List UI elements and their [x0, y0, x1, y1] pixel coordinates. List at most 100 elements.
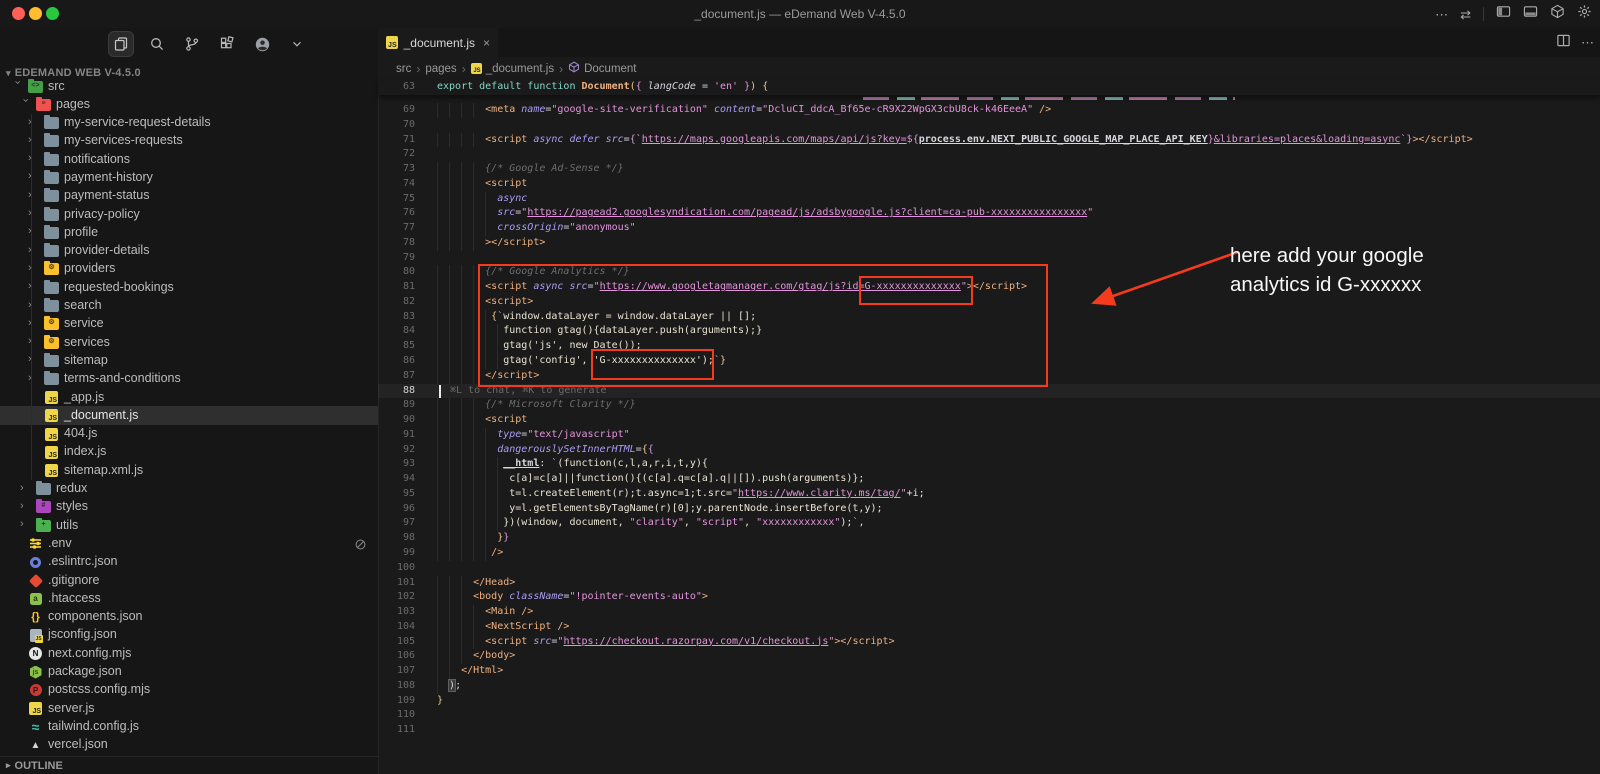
- chevron-down-icon[interactable]: [285, 32, 309, 56]
- search-icon[interactable]: [145, 32, 169, 56]
- code-line-107[interactable]: 107</Html>: [378, 664, 1600, 679]
- breadcrumb-item-_document.js[interactable]: JS_document.js: [471, 63, 554, 75]
- code-line-100[interactable]: 100: [378, 561, 1600, 576]
- tree-item-payment-status[interactable]: ›payment-status: [0, 187, 378, 205]
- split-editor-icon[interactable]: [1556, 33, 1571, 53]
- code-line-102[interactable]: 102<body className="!pointer-events-auto…: [378, 590, 1600, 605]
- code-line-93[interactable]: 93__html: `(function(c,l,a,r,i,t,y){: [378, 457, 1600, 472]
- tree-item-styles[interactable]: ›#styles: [0, 498, 378, 516]
- code-line-77[interactable]: 77crossOrigin="anonymous": [378, 221, 1600, 236]
- code-line-91[interactable]: 91type="text/javascript": [378, 428, 1600, 443]
- code-line-88[interactable]: 88⌘L to chat, ⌘K to generate: [378, 384, 1600, 399]
- tree-item-_document.js[interactable]: JS_document.js: [0, 406, 378, 424]
- code-line-110[interactable]: 110: [378, 708, 1600, 723]
- code-line-103[interactable]: 103<Main />: [378, 605, 1600, 620]
- code-line-98[interactable]: 98}}: [378, 531, 1600, 546]
- code-line-75[interactable]: 75async: [378, 192, 1600, 207]
- tree-item-index.js[interactable]: JSindex.js: [0, 443, 378, 461]
- sync-arrows-icon[interactable]: ⇄: [1460, 8, 1471, 21]
- code-line-99[interactable]: 99/>: [378, 546, 1600, 561]
- outline-section-header[interactable]: ▸ OUTLINE: [0, 756, 378, 774]
- tree-item-requested-bookings[interactable]: ›requested-bookings: [0, 278, 378, 296]
- tree-item-profile[interactable]: ›profile: [0, 223, 378, 241]
- tree-item-provider-details[interactable]: ›provider-details: [0, 242, 378, 260]
- code-line-105[interactable]: 105<script src="https://checkout.razorpa…: [378, 635, 1600, 650]
- code-line-101[interactable]: 101</Head>: [378, 576, 1600, 591]
- tree-item-package.json[interactable]: jspackage.json: [0, 663, 378, 681]
- layout-panel-icon[interactable]: [1523, 4, 1538, 24]
- tree-item-postcss.config.mjs[interactable]: Ppostcss.config.mjs: [0, 681, 378, 699]
- code-line-95[interactable]: 95t=l.createElement(r);t.async=1;t.src="…: [378, 487, 1600, 502]
- files-icon[interactable]: [108, 31, 134, 57]
- tree-item-jsconfig.json[interactable]: JSjsconfig.json: [0, 626, 378, 644]
- code-line-74[interactable]: 74<script: [378, 177, 1600, 192]
- code-line-89[interactable]: 89{/* Microsoft Clarity */}: [378, 398, 1600, 413]
- code-line-72[interactable]: 72: [378, 147, 1600, 162]
- tree-item-next.config.mjs[interactable]: Nnext.config.mjs: [0, 644, 378, 662]
- folder-icon: [44, 134, 59, 148]
- tree-item-tailwind.config.js[interactable]: ≈tailwind.config.js: [0, 717, 378, 735]
- account-icon[interactable]: [250, 32, 274, 56]
- more-icon[interactable]: ⋯: [1581, 35, 1594, 51]
- code-line-83[interactable]: 83{`window.dataLayer = window.dataLayer …: [378, 310, 1600, 325]
- tree-item-redux[interactable]: ›redux: [0, 480, 378, 498]
- code-line-97[interactable]: 97})(window, document, "clarity", "scrip…: [378, 516, 1600, 531]
- code-line-104[interactable]: 104<NextScript />: [378, 620, 1600, 635]
- code-line-106[interactable]: 106</body>: [378, 649, 1600, 664]
- code-line-108[interactable]: 108);: [378, 679, 1600, 694]
- breadcrumb-item-Document[interactable]: Document: [568, 61, 636, 76]
- tree-item-pages[interactable]: ›≡pages: [0, 95, 378, 113]
- sticky-scroll-line[interactable]: 63export default function Document({ lan…: [378, 80, 1600, 95]
- tree-item-privacy-policy[interactable]: ›privacy-policy: [0, 205, 378, 223]
- layout-sidebar-icon[interactable]: [1496, 4, 1511, 24]
- code-line-73[interactable]: 73{/* Google Ad-Sense */}: [378, 162, 1600, 177]
- code-line-63[interactable]: 63export default function Document({ lan…: [378, 80, 1600, 95]
- code-line-94[interactable]: 94c[a]=c[a]||function(){(c[a].q=c[a].q||…: [378, 472, 1600, 487]
- tree-item-.env[interactable]: .env: [0, 534, 378, 552]
- tree-item-service[interactable]: ›⚙service: [0, 315, 378, 333]
- gear-icon[interactable]: [1577, 4, 1592, 24]
- code-line-69[interactable]: 69<meta name="google-site-verification" …: [378, 103, 1600, 118]
- extensions-icon[interactable]: [215, 32, 239, 56]
- tree-item-server.js[interactable]: JSserver.js: [0, 699, 378, 717]
- tab-document-js[interactable]: JS _document.js ×: [378, 28, 498, 57]
- tree-item-utils[interactable]: ›+utils: [0, 516, 378, 534]
- tree-item-.htaccess[interactable]: a.htaccess: [0, 589, 378, 607]
- tree-item-search[interactable]: ›search: [0, 297, 378, 315]
- breadcrumb-item-pages[interactable]: pages: [425, 63, 456, 75]
- code-line-85[interactable]: 85gtag('js', new Date());: [378, 339, 1600, 354]
- tree-item-vercel.json[interactable]: ▲vercel.json: [0, 736, 378, 754]
- tree-item-src[interactable]: ›<>src: [0, 77, 378, 95]
- tree-item-services[interactable]: ›⚙services: [0, 333, 378, 351]
- tree-item-my-service-request-details[interactable]: ›my-service-request-details: [0, 114, 378, 132]
- tree-item-404.js[interactable]: JS404.js: [0, 425, 378, 443]
- code-line-92[interactable]: 92dangerouslySetInnerHTML={{: [378, 443, 1600, 458]
- source-control-icon[interactable]: [180, 32, 204, 56]
- tree-item-sitemap.xml.js[interactable]: JSsitemap.xml.js: [0, 461, 378, 479]
- breadcrumb-item-src[interactable]: src: [396, 63, 411, 75]
- code-line-84[interactable]: 84function gtag(){dataLayer.push(argumen…: [378, 324, 1600, 339]
- code-line-70[interactable]: 70: [378, 118, 1600, 133]
- code-line-111[interactable]: 111: [378, 723, 1600, 738]
- code-line-87[interactable]: 87</script>: [378, 369, 1600, 384]
- tree-item-my-services-requests[interactable]: ›my-services-requests: [0, 132, 378, 150]
- code-line-71[interactable]: 71<script async defer src={`https://maps…: [378, 133, 1600, 148]
- code-line-90[interactable]: 90<script: [378, 413, 1600, 428]
- tree-item-components.json[interactable]: {}components.json: [0, 608, 378, 626]
- tree-item-providers[interactable]: ›⚙providers: [0, 260, 378, 278]
- code-line-109[interactable]: 109}: [378, 694, 1600, 709]
- tree-item-.eslintrc.json[interactable]: .eslintrc.json: [0, 553, 378, 571]
- code-line-96[interactable]: 96y=l.getElementsByTagName(r)[0];y.paren…: [378, 502, 1600, 517]
- tree-item-.gitignore[interactable]: .gitignore: [0, 571, 378, 589]
- more-icon[interactable]: ⋯: [1435, 8, 1448, 21]
- tree-item-payment-history[interactable]: ›payment-history: [0, 168, 378, 186]
- tree-item-sitemap[interactable]: ›sitemap: [0, 351, 378, 369]
- code-editor[interactable]: 69<meta name="google-site-verification" …: [378, 103, 1600, 774]
- tree-item-notifications[interactable]: ›notifications: [0, 150, 378, 168]
- close-icon[interactable]: ×: [483, 36, 490, 50]
- tree-item-_app.js[interactable]: JS_app.js: [0, 388, 378, 406]
- code-line-76[interactable]: 76src="https://pagead2.googlesyndication…: [378, 206, 1600, 221]
- code-line-86[interactable]: 86gtag('config', 'G-xxxxxxxxxxxxxx');`}: [378, 354, 1600, 369]
- cube-icon[interactable]: [1550, 4, 1565, 24]
- tree-item-terms-and-conditions[interactable]: ›terms-and-conditions: [0, 370, 378, 388]
